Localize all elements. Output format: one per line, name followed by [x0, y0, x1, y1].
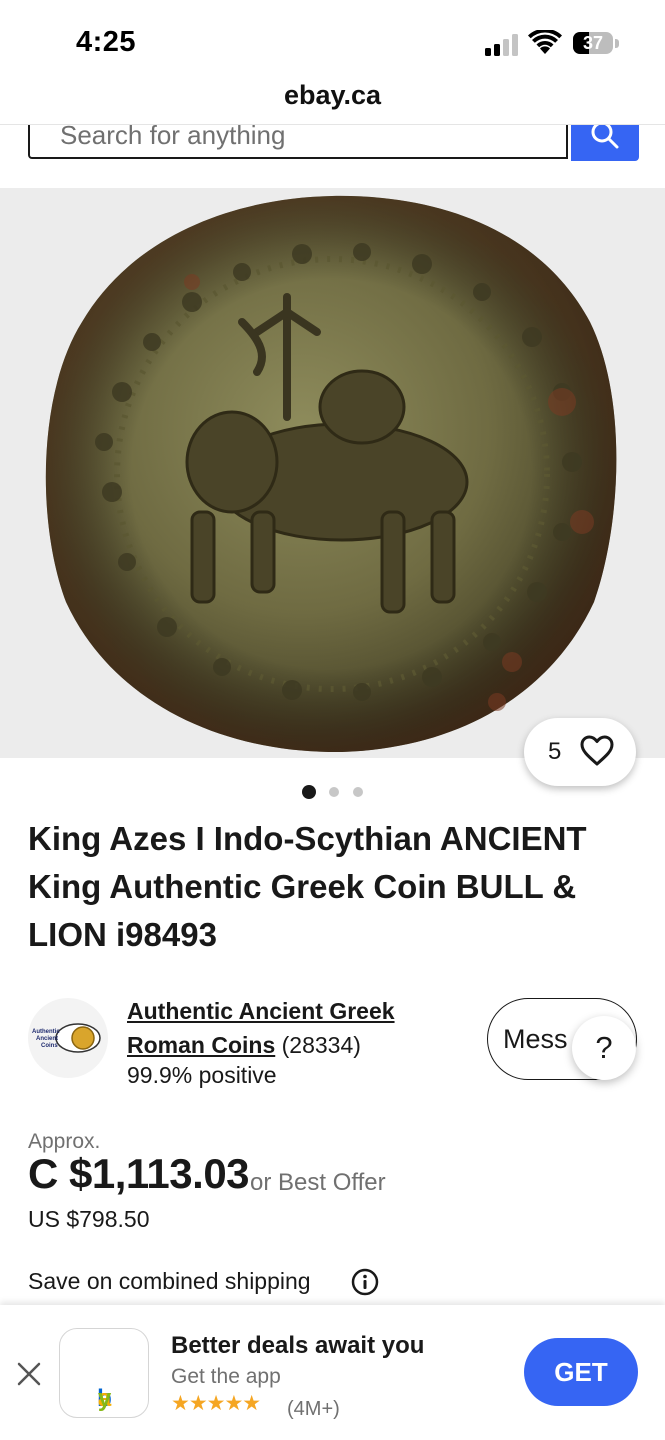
product-image[interactable] — [0, 188, 665, 758]
help-button[interactable]: ? — [572, 1016, 636, 1080]
close-icon[interactable] — [16, 1361, 42, 1387]
search-input[interactable]: Search for anything — [28, 125, 568, 159]
search-button[interactable] — [571, 125, 639, 161]
svg-text:Authentic: Authentic — [32, 1029, 60, 1035]
banner-subtitle: Get the app — [171, 1365, 281, 1388]
listing-title: King Azes I Indo-Scythian ANCIENT King A… — [28, 820, 587, 953]
price-usd: US $798.50 — [28, 1206, 150, 1232]
search-icon — [591, 125, 619, 149]
seller-logo: Authentic Ancient Coins — [32, 1023, 101, 1053]
banner-title: Better deals await you — [171, 1332, 425, 1359]
pagination-dot[interactable] — [329, 787, 339, 797]
app-install-banner: ebay Better deals await you Get the app … — [0, 1305, 665, 1440]
help-label: ? — [595, 1030, 613, 1065]
wifi-icon — [528, 30, 562, 54]
get-app-button[interactable]: GET — [524, 1338, 638, 1406]
watchlist-button[interactable]: 5 — [524, 718, 636, 786]
browser-url[interactable]: ebay.ca — [0, 80, 665, 111]
best-offer-label: or Best Offer — [250, 1169, 386, 1196]
battery-level: 37 — [582, 33, 604, 53]
seller-avatar[interactable]: Authentic Ancient Coins — [28, 998, 108, 1078]
svg-text:Coins: Coins — [41, 1043, 58, 1049]
star-rating-icon: ★★★★★ — [171, 1392, 261, 1415]
search-bar: Search for anything — [0, 124, 665, 189]
pagination-dot-active[interactable] — [302, 785, 316, 799]
seller-positive-rating: 99.9% positive — [127, 1062, 277, 1088]
svg-text:Ancient: Ancient — [36, 1036, 58, 1042]
heart-icon — [580, 735, 614, 766]
rating-count: (4M+) — [287, 1398, 340, 1420]
battery-icon: 37 — [573, 32, 621, 56]
price-cad: C $1,113.03 — [28, 1150, 250, 1197]
seller-name: Authentic Ancient Greek Roman Coins (283… — [127, 994, 467, 1062]
combined-shipping-label: Save on combined shipping — [28, 1268, 311, 1294]
status-bar: 4:25 37 — [0, 0, 665, 80]
message-button-label: Mess — [503, 1024, 568, 1054]
coin-image — [45, 195, 617, 752]
status-time: 4:25 — [76, 26, 137, 58]
watch-count: 5 — [548, 738, 562, 765]
ebay-app-icon: ebay — [59, 1328, 149, 1418]
pagination-dot[interactable] — [353, 787, 363, 797]
info-icon[interactable] — [351, 1268, 379, 1296]
cellular-signal-icon — [485, 34, 518, 56]
seller-feedback-count: (28334) — [281, 1032, 361, 1058]
image-pagination — [300, 785, 370, 799]
